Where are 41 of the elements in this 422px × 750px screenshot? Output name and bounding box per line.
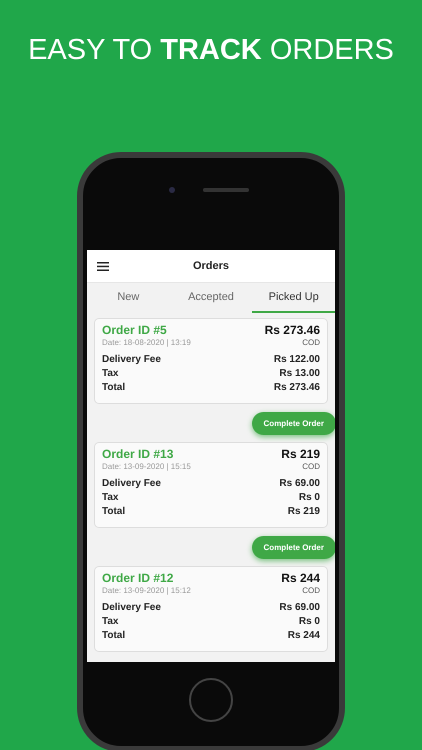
order-amount: Rs 244 <box>281 571 320 585</box>
fee-label: Total <box>102 381 126 395</box>
fee-label: Tax <box>102 367 118 381</box>
order-date: Date: 18-08-2020 | 13:19 <box>102 338 191 347</box>
payment-method: COD <box>302 586 320 595</box>
fee-label: Tax <box>102 615 118 629</box>
tab[interactable]: Picked Up <box>252 283 335 313</box>
order-amount: Rs 219 <box>281 447 320 461</box>
screen-title: Orders <box>192 260 230 272</box>
fee-value: Rs 0 <box>298 491 320 505</box>
order-card[interactable]: Order ID #13 Date: 13-09-2020 | 15:15 Rs 219 COD Delivery Fee Rs 69.00 Tax Rs 0 Total Rs 219 <box>94 442 328 528</box>
tab[interactable]: Accepted <box>170 283 252 313</box>
payment-method: COD <box>302 462 320 471</box>
order-id: Order ID #5 <box>102 323 168 337</box>
fee-value: Rs 219 <box>288 505 320 519</box>
speaker-icon <box>203 188 249 192</box>
fee-label: Delivery Fee <box>102 477 161 491</box>
order-id: Order ID #12 <box>102 571 174 585</box>
menu-icon[interactable] <box>97 262 109 271</box>
fee-value: Rs 69.00 <box>279 477 320 491</box>
fee-value: Rs 69.00 <box>279 601 320 615</box>
fee-value: Rs 0 <box>298 615 320 629</box>
order-date: Date: 13-09-2020 | 15:12 <box>102 586 191 595</box>
order-date: Date: 13-09-2020 | 15:15 <box>102 462 191 471</box>
fee-label: Delivery Fee <box>102 353 161 367</box>
fee-value: Rs 122.00 <box>274 353 320 367</box>
payment-method: COD <box>302 338 320 347</box>
order-card[interactable]: Order ID #5 Date: 18-08-2020 | 13:19 Rs 273.46 COD Delivery Fee Rs 122.00 Tax Rs 13.00 Total Rs 273.46 <box>94 318 328 404</box>
headline: EASY TO TRACK ORDERS <box>28 34 394 68</box>
fee-value: Rs 273.46 <box>274 381 320 395</box>
fee-label: Total <box>102 629 126 643</box>
fee-label: Tax <box>102 491 118 505</box>
fee-label: Total <box>102 505 126 519</box>
fee-value: Rs 13.00 <box>279 367 320 381</box>
tab[interactable]: New <box>87 283 170 313</box>
order-id: Order ID #13 <box>102 447 174 461</box>
fee-value: Rs 244 <box>288 629 320 643</box>
order-card[interactable]: Order ID #12 Date: 13-09-2020 | 15:12 Rs 244 COD Delivery Fee Rs 69.00 Tax Rs 0 Total Rs 244 <box>94 566 328 652</box>
order-amount: Rs 273.46 <box>264 323 320 337</box>
camera-icon <box>169 187 175 193</box>
fee-label: Delivery Fee <box>102 601 161 615</box>
